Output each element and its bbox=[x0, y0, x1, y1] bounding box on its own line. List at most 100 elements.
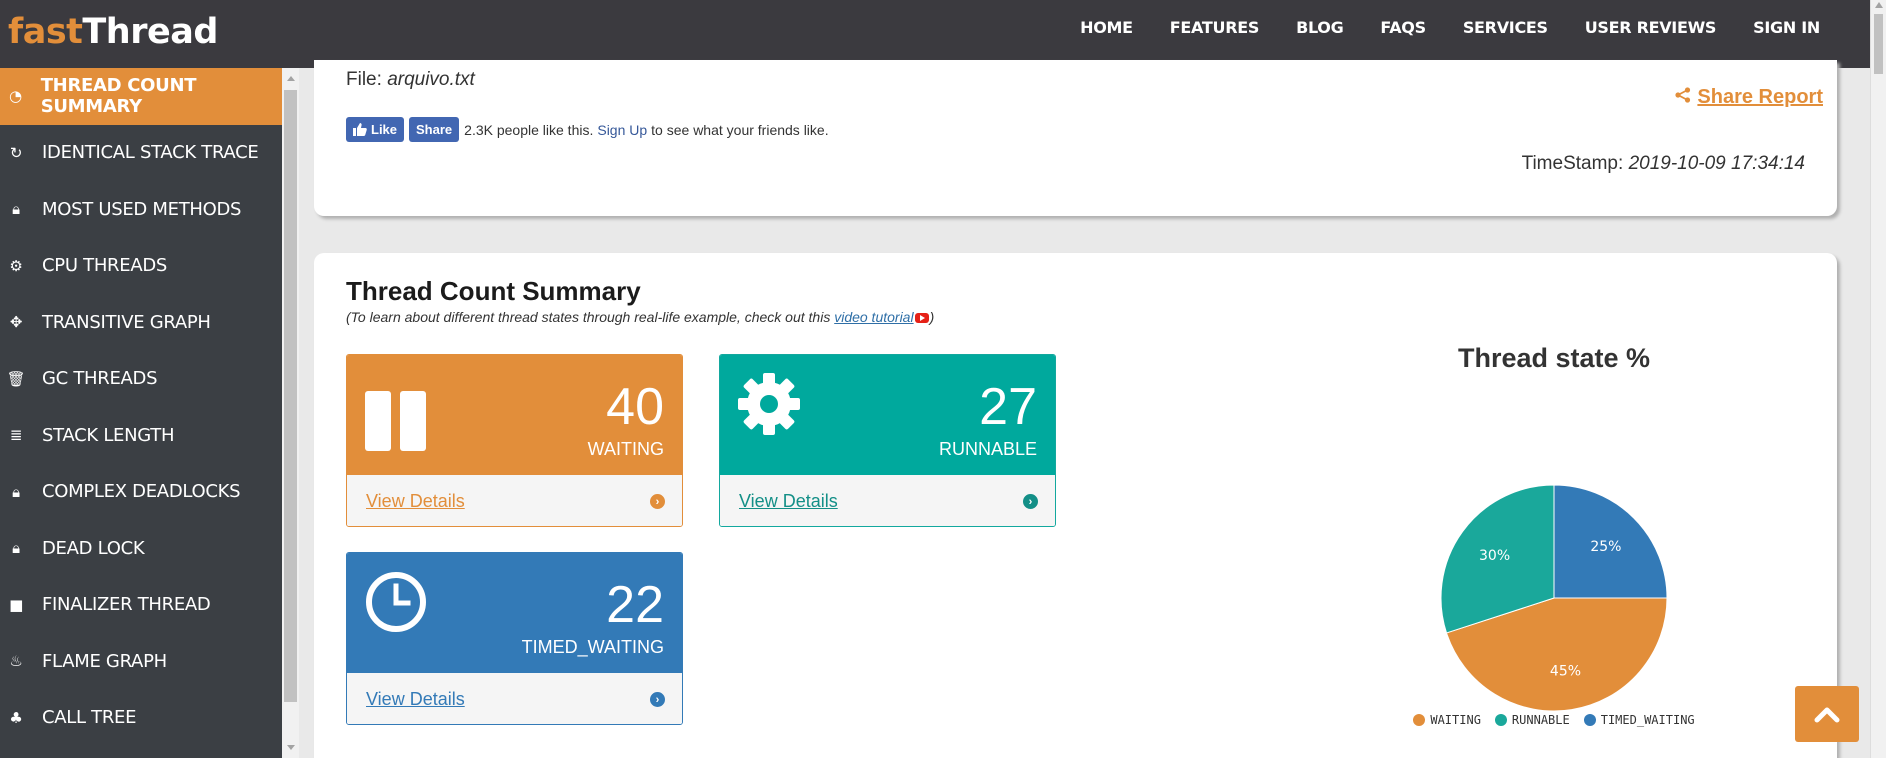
nav-user-reviews[interactable]: USER REVIEWS bbox=[1585, 18, 1717, 37]
sidebar-item-label: MOST USED METHODS bbox=[42, 198, 242, 220]
back-to-top-button[interactable] bbox=[1795, 686, 1859, 742]
sidebar-item-identical-stack-trace[interactable]: ↻ IDENTICAL STACK TRACE bbox=[0, 125, 282, 182]
waiting-label: WAITING bbox=[587, 439, 664, 459]
legend-item-runnable[interactable]: RUNNABLE bbox=[1494, 713, 1570, 727]
share-icon bbox=[1675, 87, 1691, 108]
pie-label-waiting: 45% bbox=[1550, 664, 1581, 680]
youtube-icon[interactable] bbox=[914, 313, 929, 324]
thread-state-chart: 45% 30% 25% Thread state % WAITING RUNNABLE… bbox=[1334, 343, 1774, 733]
clock-icon bbox=[365, 571, 427, 638]
arrow-circle-right-icon[interactable]: › bbox=[650, 494, 665, 509]
window-scrollbar[interactable] bbox=[1870, 0, 1886, 758]
subtitle-prefix: (To learn about different thread states … bbox=[346, 309, 831, 325]
sidebar-scrollbar-thumb[interactable] bbox=[284, 90, 297, 702]
runnable-label: RUNNABLE bbox=[938, 439, 1037, 459]
sidebar-item-finalizer-thread[interactable]: ■ FINALIZER THREAD bbox=[0, 577, 282, 634]
facebook-widget: Like Share 2.3K people like this. Sign U… bbox=[346, 117, 829, 142]
sidebar-item-most-used-methods[interactable]: 🔒︎ MOST USED METHODS bbox=[0, 181, 282, 238]
timed-waiting-stat-header: 22 TIMED_WAITING bbox=[347, 553, 682, 673]
brand-logo[interactable]: fastThread bbox=[8, 12, 218, 52]
nav-services[interactable]: SERVICES bbox=[1463, 18, 1548, 37]
file-info: File: arquivo.txt bbox=[346, 69, 475, 91]
sidebar-item-thread-count-summary[interactable]: ◔ THREAD COUNT SUMMARY bbox=[0, 68, 293, 125]
trash-icon: 🗑︎ bbox=[6, 369, 26, 388]
timed-waiting-view-details-bar[interactable]: View Details › bbox=[347, 673, 682, 724]
video-tutorial-link[interactable]: video tutorial bbox=[834, 309, 913, 325]
sidebar-item-stack-length[interactable]: ≣ STACK LENGTH bbox=[0, 407, 282, 464]
square-icon: ■ bbox=[9, 595, 23, 614]
runnable-view-details-bar[interactable]: View Details › bbox=[720, 475, 1055, 526]
runnable-count: 27 bbox=[979, 378, 1037, 436]
file-name: arquivo.txt bbox=[387, 69, 475, 90]
waiting-stat-box: 40 WAITING View Details › bbox=[346, 354, 683, 527]
pie-label-runnable: 30% bbox=[1479, 548, 1510, 564]
fb-like-count: 2.3K people like this. bbox=[464, 121, 594, 138]
timed-waiting-view-details-link[interactable]: View Details bbox=[366, 689, 465, 710]
sidebar-item-label: THREAD COUNT SUMMARY bbox=[40, 75, 197, 118]
cogs-icon: ⚙ bbox=[9, 256, 23, 275]
sidebar-item-cpu-threads[interactable]: ⚙ CPU THREADS bbox=[0, 238, 282, 295]
nav-sign-in[interactable]: SIGN IN bbox=[1753, 18, 1820, 37]
waiting-count: 40 bbox=[606, 378, 664, 436]
fb-like-button[interactable]: Like bbox=[346, 117, 405, 142]
arrow-circle-right-icon[interactable]: › bbox=[1023, 494, 1038, 509]
sidebar-scroll-up-icon[interactable] bbox=[287, 76, 295, 81]
sidebar-item-label: CPU THREADS bbox=[42, 255, 168, 277]
timed-waiting-count: 22 bbox=[606, 576, 664, 634]
top-navbar: fastThread HOME FEATURES BLOG FAQS SERVI… bbox=[0, 0, 1870, 68]
sidebar-item-label: GC THREADS bbox=[42, 368, 158, 390]
report-header-card: File: arquivo.txt Like Share 2.3K people… bbox=[314, 60, 1837, 216]
timed-waiting-label: TIMED_WAITING bbox=[521, 637, 664, 657]
fb-like-label: Like bbox=[371, 122, 398, 137]
pie-label-timed-waiting: 25% bbox=[1590, 539, 1621, 555]
chart-title: Thread state % bbox=[1457, 343, 1651, 373]
timed-waiting-stat-box: 22 TIMED_WAITING View Details › bbox=[346, 552, 683, 725]
nav-faqs[interactable]: FAQS bbox=[1380, 18, 1426, 37]
lock-icon: 🔒︎ bbox=[12, 200, 20, 219]
runnable-stat-box: 27 RUNNABLE View Details › bbox=[719, 354, 1056, 527]
nav-home[interactable]: HOME bbox=[1080, 18, 1133, 37]
window-scrollbar-thumb[interactable] bbox=[1874, 14, 1883, 74]
sidebar-menu: ◔ THREAD COUNT SUMMARY ↻ IDENTICAL STACK TR… bbox=[0, 68, 293, 747]
nav-features[interactable]: FEATURES bbox=[1170, 18, 1260, 37]
nav-blog[interactable]: BLOG bbox=[1296, 18, 1344, 37]
fb-tail-text: to see what your friends like. bbox=[651, 121, 829, 138]
timestamp: TimeStamp: 2019-10-09 17:34:14 bbox=[1522, 153, 1805, 175]
tree-icon: ♣ bbox=[9, 708, 23, 727]
brand-logo-part2: Thread bbox=[82, 12, 218, 52]
sidebar-item-flame-graph[interactable]: ♨ FLAME GRAPH bbox=[0, 633, 282, 690]
stack-icon: ≣ bbox=[9, 426, 23, 445]
sidebar-item-dead-lock[interactable]: 🔒︎ DEAD LOCK bbox=[0, 520, 282, 577]
share-report-link[interactable]: Share Report bbox=[1675, 86, 1823, 109]
sidebar-item-call-tree[interactable]: ♣ CALL TREE bbox=[0, 690, 282, 747]
sidebar-item-label: COMPLEX DEADLOCKS bbox=[42, 481, 241, 503]
runnable-stat-header: 27 RUNNABLE bbox=[720, 355, 1055, 475]
fb-signup-link[interactable]: Sign Up bbox=[597, 122, 647, 138]
sidebar-item-transitive-graph[interactable]: ✥ TRANSITIVE GRAPH bbox=[0, 294, 282, 351]
sidebar-item-label: TRANSITIVE GRAPH bbox=[42, 311, 211, 333]
arrow-circle-right-icon[interactable]: › bbox=[650, 692, 665, 707]
legend-label: TIMED_WAITING bbox=[1600, 713, 1695, 727]
fire-extinguisher-icon: ♨ bbox=[9, 652, 23, 671]
crosshair-icon: ✥ bbox=[9, 313, 23, 332]
legend-item-waiting[interactable]: WAITING bbox=[1413, 713, 1481, 727]
window-scroll-up-icon[interactable] bbox=[1875, 2, 1883, 8]
subtitle-suffix: ) bbox=[929, 309, 935, 325]
waiting-stat-header: 40 WAITING bbox=[347, 355, 682, 475]
sidebar-item-gc-threads[interactable]: 🗑︎ GC THREADS bbox=[0, 351, 282, 408]
timestamp-label: TimeStamp: bbox=[1521, 153, 1624, 174]
main-nav: HOME FEATURES BLOG FAQS SERVICES USER RE… bbox=[1043, 0, 1820, 55]
waiting-view-details-link[interactable]: View Details bbox=[366, 491, 465, 512]
section-subtitle: (To learn about different thread states … bbox=[346, 309, 934, 325]
pie-chart-svg: 45% 30% 25% bbox=[1440, 484, 1668, 712]
legend-dot bbox=[1413, 714, 1426, 726]
sidebar-item-complex-deadlocks[interactable]: 🔒︎ COMPLEX DEADLOCKS bbox=[0, 464, 282, 521]
chevron-up-icon bbox=[1814, 707, 1840, 723]
sidebar-scrollbar[interactable] bbox=[282, 68, 299, 758]
runnable-view-details-link[interactable]: View Details bbox=[739, 491, 838, 512]
waiting-view-details-bar[interactable]: View Details › bbox=[347, 475, 682, 526]
legend-item-timed-waiting[interactable]: TIMED_WAITING bbox=[1583, 713, 1695, 727]
legend-dot bbox=[1494, 714, 1507, 726]
fb-share-button[interactable]: Share bbox=[409, 117, 460, 142]
sidebar-scroll-down-icon[interactable] bbox=[287, 745, 295, 750]
